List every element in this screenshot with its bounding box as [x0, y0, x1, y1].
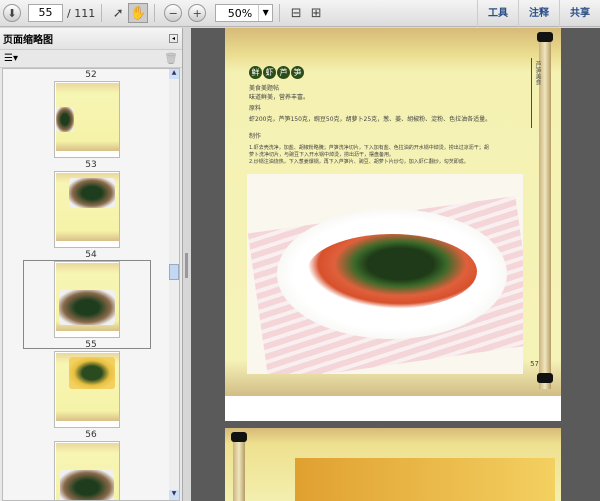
dish-photo	[247, 174, 523, 374]
rod-cap	[537, 32, 553, 42]
thumbnail-page-56[interactable]	[54, 441, 120, 500]
thumbnail-list: 52 53 54 55 56 ▲ ▼	[2, 68, 180, 501]
title-char: 虾	[263, 66, 276, 79]
scroll-down-icon[interactable]: ▼	[169, 490, 179, 500]
step-line: 1.虾去壳洗净，加盐、胡椒粉略腌；芦笋洗净切片，下入加有盐、色拉油的开水锅中焯烫…	[249, 145, 489, 151]
options-menu-icon[interactable]: ☰▾	[4, 53, 18, 64]
recipe-title: 鲜 虾 芦 笋	[249, 66, 304, 79]
title-char: 笋	[291, 66, 304, 79]
zoom-out-button[interactable]: −	[164, 4, 183, 22]
collapse-panel-icon[interactable]: ◂	[169, 34, 178, 43]
thumbnail-label: 56	[85, 430, 97, 440]
dish-photo	[295, 458, 555, 501]
total-pages: / 111	[67, 6, 96, 20]
scrollbar-thumb[interactable]	[169, 264, 179, 280]
tools-link[interactable]: 工具	[477, 0, 518, 27]
tagline: 味道鲜美，营养丰富。	[249, 94, 310, 101]
zoom-value: 50%	[227, 6, 253, 20]
fit-width-icon[interactable]: ⊟	[286, 3, 306, 23]
document-view: 鲜 虾 芦 笋 美食美题帖 味道鲜美，营养丰富。 原料 虾200克，芦笋150克…	[191, 28, 600, 501]
side-label: 芦笋美食	[531, 58, 545, 128]
comment-link[interactable]: 注释	[518, 0, 559, 27]
document-page-next	[225, 428, 561, 501]
panel-title: 页面缩略图	[3, 35, 53, 46]
chevron-down-icon[interactable]: ▼	[258, 5, 272, 21]
thumbnails-panel: 页面缩略图 ◂ ☰▾ 🗑 52 53 54 55 56 ▲ ▼	[0, 28, 183, 501]
toolbar: ⬇ 55 / 111 ➚ ✋ − + 50% ▼ ⊟ ⊞ 工具 注释 共享	[0, 0, 600, 27]
title-char: 芦	[277, 66, 290, 79]
ingredients-heading: 原料	[249, 105, 262, 112]
trash-icon[interactable]: 🗑	[164, 52, 178, 65]
thumbnail-page-55[interactable]	[54, 351, 120, 428]
hand-tool-icon[interactable]: ✋	[128, 3, 149, 23]
page-number-input[interactable]: 55	[28, 4, 63, 22]
method-heading: 制作	[249, 133, 262, 140]
page-number: 57	[530, 360, 539, 368]
zoom-in-button[interactable]: +	[188, 4, 207, 22]
title-char: 鲜	[249, 66, 262, 79]
divider	[154, 4, 156, 22]
scroll-up-icon[interactable]: ▲	[169, 69, 179, 79]
step-line: 萝卜洗净切片，与豌豆下入开水锅中焯烫，捞出沥干，摆盘备用。	[249, 152, 395, 158]
scroll-rod-decoration	[233, 436, 245, 501]
select-tool-icon[interactable]: ➚	[108, 3, 128, 23]
next-page-button[interactable]: ⬇	[3, 4, 21, 22]
thumbnail-label: 55	[85, 340, 97, 350]
zoom-select[interactable]: 50% ▼	[215, 4, 274, 22]
share-link[interactable]: 共享	[559, 0, 600, 27]
thumbnail-page-54[interactable]	[54, 261, 120, 338]
thumbnail-page-52[interactable]	[54, 81, 120, 158]
subtitle: 美食美题帖	[249, 85, 280, 92]
thumbnail-page-53[interactable]	[54, 171, 120, 248]
fit-page-icon[interactable]: ⊞	[306, 3, 326, 23]
step-line: 2.炒锅注油烧热，下入葱姜爆锅，再下入芦笋片、豌豆、胡萝卜片炒匀，加入虾仁翻炒，…	[249, 159, 469, 165]
divider	[101, 4, 103, 22]
panel-splitter[interactable]	[183, 28, 191, 501]
rod-cap	[537, 373, 553, 383]
document-page: 鲜 虾 芦 笋 美食美题帖 味道鲜美，营养丰富。 原料 虾200克，芦笋150克…	[225, 28, 561, 421]
rod-cap	[231, 432, 247, 442]
thumbnail-scrollbar[interactable]: ▲ ▼	[169, 69, 179, 500]
thumbnail-label: 52	[85, 70, 97, 80]
thumbnail-label: 53	[85, 160, 97, 170]
ingredients: 虾200克，芦笋150克，豌豆50克，胡萝卜25克，葱、姜、胡椒粉、淀粉、色拉油…	[249, 116, 492, 123]
thumbnail-label: 54	[85, 250, 97, 260]
divider	[279, 4, 281, 22]
